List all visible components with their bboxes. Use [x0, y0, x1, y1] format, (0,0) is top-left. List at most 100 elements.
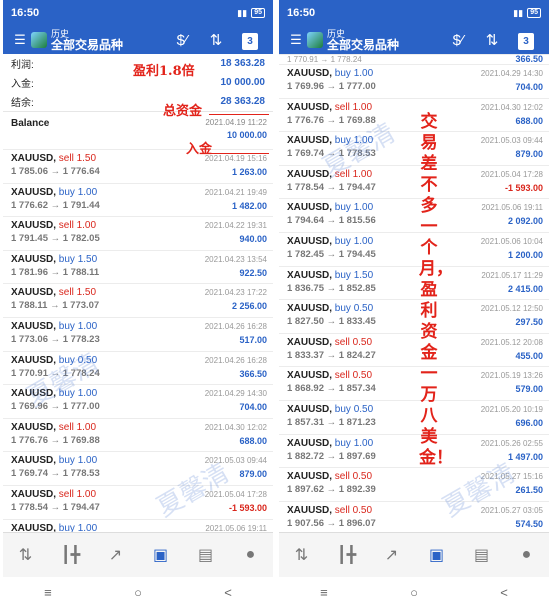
quotes-icon: ⇅	[18, 547, 33, 564]
trade-row[interactable]: XAUUSD, buy 0.50 1 827.50 → 1 833.45 2021.…	[279, 299, 549, 333]
trade-profit: 696.00	[515, 417, 543, 428]
trade-row[interactable]: XAUUSD, sell 0.50 1 897.62 → 1 892.39 2021…	[279, 467, 549, 501]
trade-row[interactable]: XAUUSD, sell 1.50 1 788.11 → 1 773.07 2021…	[3, 283, 273, 317]
bottom-tab-bar: ⇅ ┃╋ ↗ ▣ ▤ ●	[3, 532, 273, 577]
trade-row[interactable]: XAUUSD, sell 1.00 1 776.76 → 1 769.88 2021…	[3, 417, 273, 452]
trade-lots: 1.00	[352, 168, 373, 180]
app-logo	[31, 32, 47, 48]
trade-row[interactable]: XAUUSD, sell 1.00 1 776.76 → 1 769.88 2021…	[279, 97, 549, 132]
tab-quotes[interactable]: ⇅	[6, 535, 46, 575]
trade-lots: 1.00	[353, 135, 374, 147]
trade-symbol: XAUUSD,	[11, 220, 57, 232]
trade-lots: 1.00	[353, 202, 374, 214]
app-bar: ☰ 历史 全部交易品种 $⁄ ⇅ 3	[3, 26, 273, 54]
trade-date: 2021.05.04 17:28	[204, 489, 267, 499]
trade-lots: 1.50	[77, 253, 98, 265]
tab-trade[interactable]: ↗	[372, 535, 412, 575]
calendar-button[interactable]: 3	[509, 31, 543, 50]
trade-row[interactable]: XAUUSD, buy 1.00 1 769.96 → 1 777.00 2021.…	[3, 384, 273, 418]
trade-row[interactable]: XAUUSD, sell 0.50 1 868.92 → 1 857.34 2021…	[279, 366, 549, 400]
trade-symbol: XAUUSD,	[287, 504, 333, 516]
partial-prices: 1 770.91 → 1 778.24	[287, 55, 362, 64]
trade-date: 2021.05.20 10:19	[480, 404, 543, 414]
trade-row[interactable]: XAUUSD, sell 0.50 1 907.56 → 1 896.07 2021…	[279, 500, 549, 532]
trade-row[interactable]: XAUUSD, sell 1.00 1 791.45 → 1 782.05 2021…	[3, 216, 273, 250]
trade-lots: 1.00	[77, 522, 98, 532]
tab-chart[interactable]: ┃╋	[327, 535, 367, 575]
tab-messages[interactable]: ●	[507, 535, 547, 575]
trade-row[interactable]: XAUUSD, buy 1.00 1 794.64 → 1 815.56 2021.…	[279, 198, 549, 232]
trade-row[interactable]: XAUUSD, sell 1.00 1 778.54 → 1 794.47 2021…	[279, 164, 549, 199]
trade-row[interactable]: XAUUSD, buy 1.00 1 882.72 → 1 897.69 2021.…	[279, 433, 549, 468]
trade-prices: 1 785.06 → 1 776.64	[11, 166, 100, 177]
total-annotation: 总资金	[163, 104, 203, 119]
trade-symbol: XAUUSD,	[287, 403, 333, 415]
trade-lots: 1.00	[76, 421, 97, 433]
tab-trade[interactable]: ↗	[96, 535, 136, 575]
tab-history[interactable]: ▣	[417, 535, 457, 575]
trade-date: 2021.05.06 19:11	[205, 523, 267, 532]
menu-icon[interactable]: ☰	[9, 29, 31, 51]
tab-news[interactable]: ▤	[186, 535, 226, 575]
trade-row[interactable]: XAUUSD, buy 1.00 1 776.62 → 1 791.44 2021.…	[3, 182, 273, 217]
back-icon[interactable]: <	[500, 585, 508, 600]
home-icon[interactable]: ○	[410, 585, 418, 600]
trade-date: 2021.05.26 02:55	[480, 438, 543, 448]
recent-apps-icon[interactable]: ≡	[44, 585, 52, 600]
trade-row[interactable]: XAUUSD, buy 1.50 1 781.96 → 1 788.11 2021.…	[3, 249, 273, 284]
symbol-filter-icon[interactable]: $⁄	[441, 32, 475, 49]
sort-icon[interactable]: ⇅	[199, 31, 233, 49]
trade-row[interactable]: XAUUSD, buy 1.00 1 782.45 → 1 794.45 2021.…	[279, 231, 549, 266]
app-bar: ☰ 历史 全部交易品种 $⁄ ⇅ 3	[279, 26, 549, 54]
trade-side: sell	[334, 504, 350, 516]
trade-row[interactable]: XAUUSD, sell 1.00 1 778.54 → 1 794.47 2021…	[3, 484, 273, 519]
trade-lots: 1.00	[77, 455, 98, 467]
trade-symbol: XAUUSD,	[11, 320, 57, 332]
balance-row[interactable]: Balance 2021.04.19 11:22 10 000.00	[3, 111, 273, 149]
recent-apps-icon[interactable]: ≡	[320, 585, 328, 600]
sort-icon[interactable]: ⇅	[475, 31, 509, 49]
tab-news[interactable]: ▤	[462, 535, 502, 575]
tab-messages[interactable]: ●	[231, 535, 271, 575]
tab-history[interactable]: ▣	[141, 535, 181, 575]
summary-value: 10 000.00	[220, 77, 266, 88]
trade-row[interactable]: XAUUSD, buy 1.00 1 769.74 → 1 778.53 2021.…	[279, 131, 549, 165]
trade-row[interactable]: XAUUSD, buy 0.50 1 770.91 → 1 778.24 2021.…	[3, 350, 273, 385]
history-list[interactable]: 利润: 18 363.28 入金: 10 000.00 结余: 28 363.28 Bal…	[3, 54, 273, 532]
inbox-icon: ▣	[152, 547, 169, 564]
trade-profit: 940.00	[239, 234, 267, 245]
trade-symbol: XAUUSD,	[11, 287, 57, 299]
trade-row[interactable]: XAUUSD, buy 1.50 1 836.75 → 1 852.85 2021.…	[279, 265, 549, 300]
partial-trade-row: 1 770.91 → 1 778.24 366.50	[279, 54, 549, 64]
trade-row[interactable]: XAUUSD, buy 0.50 1 857.31 → 1 871.23 2021.…	[279, 399, 549, 434]
trade-lots: 0.50	[353, 303, 374, 315]
tab-chart[interactable]: ┃╋	[51, 535, 91, 575]
trade-row[interactable]: XAUUSD, sell 0.50 1 833.37 → 1 824.27 2021…	[279, 332, 549, 367]
calendar-button[interactable]: 3	[233, 31, 267, 50]
trade-symbol: XAUUSD,	[287, 303, 333, 315]
trade-profit: 366.50	[239, 368, 267, 379]
trade-row[interactable]: XAUUSD, buy 1.00 2021.05.06 19:11	[3, 518, 273, 532]
trade-prices: 1 773.06 → 1 778.23	[11, 333, 100, 345]
trade-row[interactable]: XAUUSD, buy 1.00 1 773.06 → 1 778.23 2021.…	[3, 316, 273, 351]
trade-profit: 2 415.00	[507, 283, 543, 294]
history-list[interactable]: 1 770.91 → 1 778.24 366.50 XAUUSD, buy 1…	[279, 54, 549, 532]
trade-row[interactable]: XAUUSD, sell 1.50 1 785.06 → 1 776.64 2021…	[3, 149, 273, 183]
trade-icon: ↗	[108, 547, 123, 564]
trade-symbol: XAUUSD,	[11, 421, 57, 433]
trade-row[interactable]: XAUUSD, buy 1.00 1 769.96 → 1 777.00 2021.…	[279, 64, 549, 98]
menu-icon[interactable]: ☰	[285, 29, 307, 51]
trade-side: buy	[334, 235, 351, 247]
home-icon[interactable]: ○	[134, 585, 142, 600]
trade-side: sell	[58, 421, 74, 433]
trade-date: 2021.05.12 20:08	[480, 337, 543, 347]
trade-profit: 879.00	[515, 149, 543, 160]
symbol-filter-icon[interactable]: $⁄	[165, 32, 199, 49]
trade-date: 2021.05.27 15:16	[480, 472, 543, 482]
app-titles: 历史 全部交易品种	[327, 29, 441, 51]
tab-quotes[interactable]: ⇅	[282, 535, 322, 575]
trade-row[interactable]: XAUUSD, buy 1.00 1 769.74 → 1 778.53 2021.…	[3, 451, 273, 485]
trade-symbol: XAUUSD,	[11, 253, 57, 265]
app-logo	[307, 32, 323, 48]
back-icon[interactable]: <	[224, 585, 232, 600]
